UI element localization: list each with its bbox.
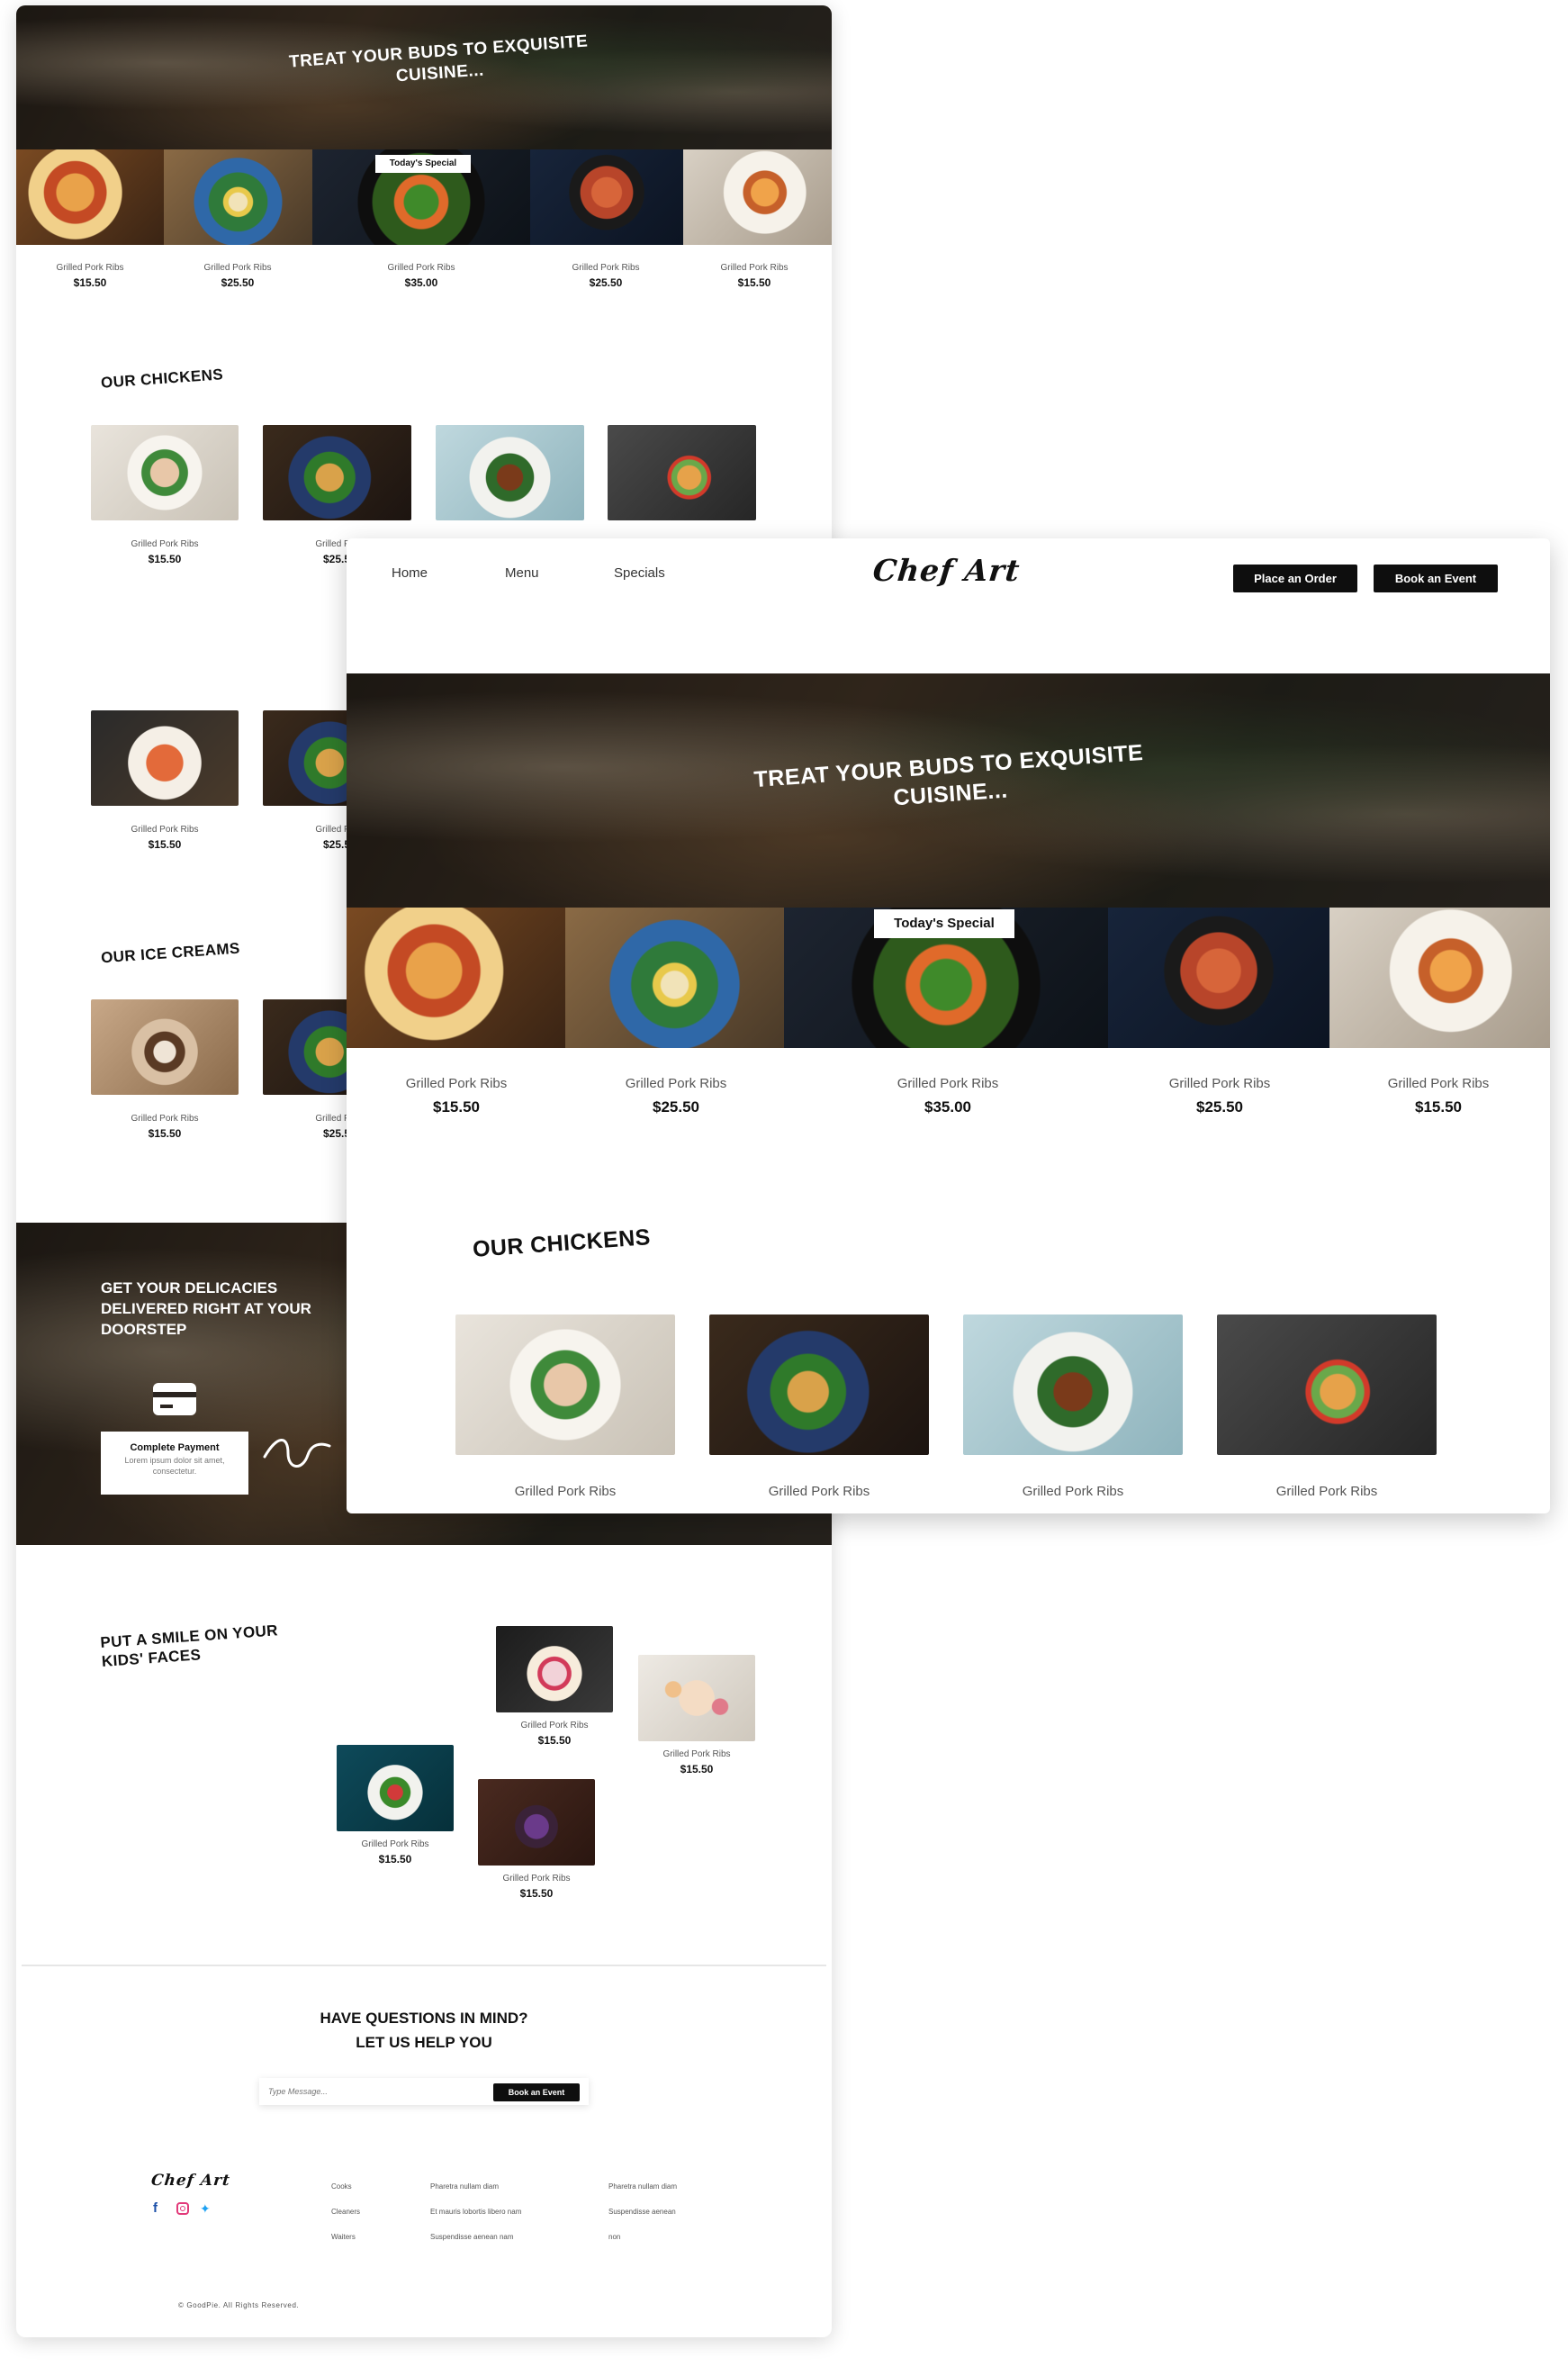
- footer-col2-item-2[interactable]: Et mauris lobortis libero nam: [430, 2208, 521, 2216]
- front-special-price-1: Grilled Pork Ribs $15.50: [405, 1076, 508, 1116]
- back-chickens-title: Our Chickens: [100, 366, 224, 392]
- front-special-price-5: Grilled Pork Ribs $15.50: [1387, 1076, 1490, 1116]
- social-links: f ✦: [153, 2201, 214, 2215]
- contact-title-line2: Let us help you: [356, 2034, 492, 2052]
- back-special-image-5[interactable]: [683, 149, 832, 245]
- contact-form: Book an Event: [259, 2078, 589, 2105]
- facebook-icon[interactable]: f: [153, 2201, 166, 2215]
- back-chicken-image-3[interactable]: [436, 425, 584, 520]
- front-hero-title: Treat your buds to exquisite cuisine...: [752, 739, 1145, 811]
- back-chicken-image-5[interactable]: [91, 710, 239, 806]
- kids-image-1[interactable]: [496, 1626, 613, 1712]
- kids-image-2[interactable]: [638, 1655, 755, 1741]
- footer-col2-item-1[interactable]: Pharetra nullam diam: [430, 2182, 499, 2191]
- front-special-image-2[interactable]: [565, 908, 784, 1048]
- front-todays-special-badge: Today's Special: [874, 909, 1014, 938]
- front-page-mockup: Home Menu Specials Chef Art Place an Ord…: [347, 538, 1550, 1513]
- instagram-icon[interactable]: [176, 2202, 189, 2215]
- back-chicken-price-1: Grilled Pork Ribs $15.50: [131, 539, 199, 565]
- front-special-image-3[interactable]: Today's Special: [784, 908, 1108, 1048]
- kids-price-2: Grilled Pork Ribs $15.50: [662, 1749, 731, 1775]
- nav-menu[interactable]: Menu: [505, 565, 539, 581]
- place-order-button[interactable]: Place an Order: [1233, 565, 1357, 592]
- squiggle-arrow-icon: [263, 1439, 331, 1468]
- footer-col1-item-1[interactable]: Cooks: [331, 2182, 352, 2191]
- back-hero-banner: Treat your buds to exquisite cuisine...: [16, 5, 832, 149]
- kids-image-4[interactable]: [478, 1779, 595, 1866]
- back-special-price-5: Grilled Pork Ribs $15.50: [720, 263, 789, 289]
- back-icecream-image-1[interactable]: [91, 999, 239, 1095]
- front-special-image-5[interactable]: [1329, 908, 1550, 1048]
- back-special-price-1: Grilled Pork Ribs $15.50: [56, 263, 124, 289]
- back-special-price-3: Grilled Pork Ribs $35.00: [387, 263, 455, 289]
- back-chicken-image-1[interactable]: [91, 425, 239, 520]
- front-special-price-2: Grilled Pork Ribs $25.50: [625, 1076, 727, 1116]
- message-input[interactable]: [268, 2083, 484, 2100]
- nav-home[interactable]: Home: [392, 565, 428, 581]
- back-special-image-2[interactable]: [164, 149, 312, 245]
- front-chicken-name-2: Grilled Pork Ribs: [768, 1484, 870, 1499]
- front-chickens-title: Our Chickens: [472, 1224, 652, 1262]
- kids-title: Put a smile on your kids' faces: [99, 1622, 279, 1671]
- back-icecreams-title: Our Ice Creams: [100, 939, 241, 967]
- back-special-image-3[interactable]: Today's Special: [312, 149, 530, 245]
- front-special-price-4: Grilled Pork Ribs $25.50: [1168, 1076, 1271, 1116]
- back-special-image-4[interactable]: [530, 149, 683, 245]
- header-logo[interactable]: Chef Art: [871, 553, 1022, 588]
- contact-title: Have questions in mind? Let us help you: [16, 2006, 832, 2055]
- book-event-button[interactable]: Book an Event: [1374, 565, 1498, 592]
- footer-logo[interactable]: Chef Art: [150, 2172, 231, 2190]
- footer-col2-item-3[interactable]: Suspendisse aenean nam: [430, 2233, 514, 2241]
- kids-price-3: Grilled Pork Ribs $15.50: [361, 1839, 429, 1866]
- back-todays-special-badge: Today's Special: [375, 155, 471, 173]
- footer-col1-item-2[interactable]: Cleaners: [331, 2208, 360, 2216]
- footer-col3-item-1[interactable]: Pharetra nullam diam: [608, 2182, 677, 2191]
- back-chicken-image-4[interactable]: [608, 425, 756, 520]
- back-chicken-price-5: Grilled Pork Ribs $15.50: [131, 825, 199, 851]
- front-chicken-image-2[interactable]: [709, 1314, 929, 1455]
- front-special-image-1[interactable]: [347, 908, 565, 1048]
- back-specials-strip: Today's Special: [16, 149, 832, 245]
- payment-step-card: Complete Payment Lorem ipsum dolor sit a…: [101, 1432, 248, 1495]
- front-special-price-3: Grilled Pork Ribs $35.00: [897, 1076, 999, 1116]
- kids-price-1: Grilled Pork Ribs $15.50: [520, 1721, 589, 1747]
- nav-specials[interactable]: Specials: [614, 565, 665, 581]
- copyright: © GoodPie. All Rights Reserved.: [178, 2301, 300, 2309]
- contact-book-event-button[interactable]: Book an Event: [493, 2083, 580, 2101]
- kids-image-3[interactable]: [337, 1745, 454, 1831]
- kids-price-4: Grilled Pork Ribs $15.50: [502, 1874, 571, 1900]
- back-special-price-4: Grilled Pork Ribs $25.50: [572, 263, 640, 289]
- twitter-icon[interactable]: ✦: [200, 2202, 214, 2215]
- front-chicken-image-3[interactable]: [963, 1314, 1183, 1455]
- front-specials-strip: Today's Special: [347, 908, 1550, 1048]
- front-special-image-4[interactable]: [1108, 908, 1329, 1048]
- section-divider: [22, 1965, 826, 1966]
- card-icon: [153, 1383, 196, 1415]
- delivery-title: Get your delicacies delivered right at y…: [101, 1279, 311, 1338]
- contact-title-line1: Have questions in mind?: [320, 2010, 528, 2027]
- front-chicken-name-3: Grilled Pork Ribs: [1022, 1484, 1124, 1499]
- front-chicken-image-4[interactable]: [1217, 1314, 1437, 1455]
- payment-step-text: Lorem ipsum dolor sit amet, consectetur.: [124, 1456, 225, 1476]
- footer-col3-item-3[interactable]: non: [608, 2233, 620, 2241]
- back-special-image-1[interactable]: [16, 149, 164, 245]
- back-special-price-2: Grilled Pork Ribs $25.50: [203, 263, 272, 289]
- front-chicken-name-4: Grilled Pork Ribs: [1275, 1484, 1378, 1499]
- payment-step-title: Complete Payment: [130, 1442, 220, 1453]
- front-chicken-image-1[interactable]: [455, 1314, 675, 1455]
- footer-col3-item-2[interactable]: Suspendisse aenean: [608, 2208, 676, 2216]
- footer-col1-item-3[interactable]: Waiters: [331, 2233, 356, 2241]
- back-hero-title: Treat your buds to exquisite cuisine...: [288, 32, 589, 86]
- back-chicken-image-2[interactable]: [263, 425, 411, 520]
- back-icecream-price-1: Grilled Pork Ribs $15.50: [131, 1114, 199, 1140]
- front-chicken-name-1: Grilled Pork Ribs: [514, 1484, 617, 1499]
- front-hero-banner: Treat your buds to exquisite cuisine...: [347, 673, 1550, 908]
